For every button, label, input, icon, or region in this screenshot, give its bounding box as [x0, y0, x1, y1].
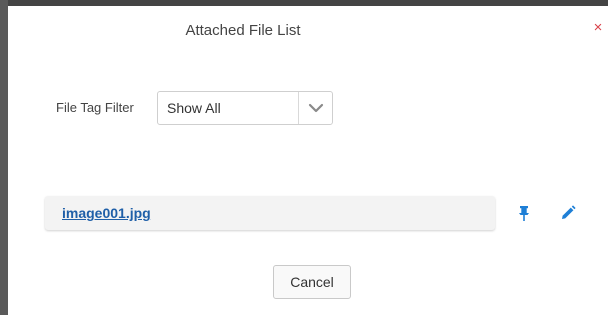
file-tag-filter-select[interactable]: Show All: [157, 91, 333, 125]
dialog-title: Attached File List: [185, 22, 301, 39]
background-left: [0, 0, 8, 315]
file-link[interactable]: image001.jpg: [62, 205, 151, 221]
pin-icon[interactable]: [515, 204, 533, 222]
close-icon[interactable]: ×: [590, 19, 606, 37]
chevron-down-icon[interactable]: [299, 92, 333, 124]
file-tag-filter-label: File Tag Filter: [56, 100, 134, 115]
cancel-button[interactable]: Cancel: [273, 265, 351, 299]
select-value: Show All: [167, 100, 221, 116]
attached-file-list-dialog: Attached File List × File Tag Filter Sho…: [8, 6, 608, 315]
pencil-icon[interactable]: [559, 204, 577, 222]
file-list-item: image001.jpg: [45, 196, 495, 230]
